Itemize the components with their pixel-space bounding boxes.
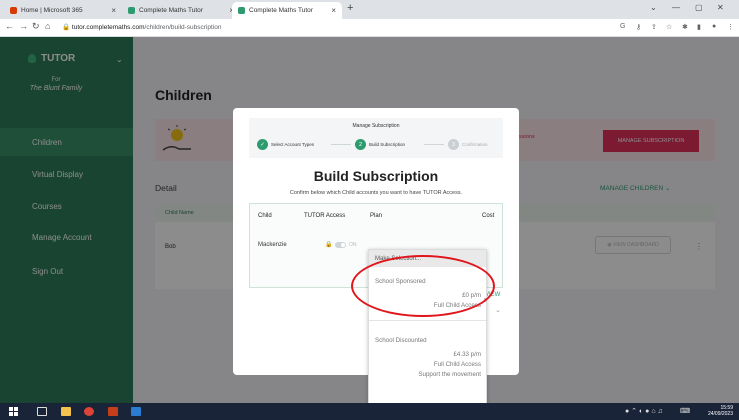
step-connector bbox=[331, 144, 351, 145]
file-explorer-icon[interactable] bbox=[61, 407, 71, 416]
option-price: £4.33 p/m bbox=[453, 351, 481, 358]
chevron-down-icon[interactable]: ⌄ bbox=[495, 306, 501, 314]
address-bar: ← → ↻ ⌂ 🔒 tutor.completemaths.com/childr… bbox=[0, 19, 739, 37]
forward-arrow-icon[interactable]: → bbox=[19, 21, 28, 31]
windows-taskbar: ● ⌃ ◐ ● ⌂ ♫ ⌨ 15:59 24/09/2023 bbox=[0, 403, 739, 420]
share-icon[interactable]: ⇪ bbox=[651, 23, 657, 31]
minimize-icon[interactable]: — bbox=[672, 3, 680, 12]
stepper: Manage Subscription ✓ Select Account Typ… bbox=[249, 118, 503, 158]
microsoft-365-icon bbox=[10, 7, 17, 14]
browser-tab-microsoft-365[interactable]: Home | Microsoft 365 × bbox=[4, 2, 122, 19]
option-divider bbox=[369, 320, 486, 321]
key-icon[interactable]: ⚷ bbox=[636, 23, 641, 31]
toggle-state-label: ON bbox=[349, 242, 357, 248]
complete-maths-icon bbox=[238, 7, 245, 14]
back-arrow-icon[interactable]: ← bbox=[5, 21, 14, 31]
step-select-account-types: ✓ Select Account Types bbox=[257, 139, 314, 150]
step-label: Confirmation bbox=[462, 142, 488, 147]
keyboard-icon[interactable]: ⌨ bbox=[680, 407, 690, 415]
column-cost: Cost bbox=[482, 213, 495, 219]
outlook-icon[interactable] bbox=[131, 407, 141, 416]
maximize-icon[interactable]: ▢ bbox=[695, 3, 703, 12]
taskbar-clock[interactable]: 15:59 24/09/2023 bbox=[708, 405, 733, 417]
step-confirmation: 3 Confirmation bbox=[448, 139, 488, 150]
new-tab-button[interactable]: + bbox=[347, 2, 353, 14]
child-name: Mackenzie bbox=[258, 242, 287, 248]
modal-subtitle: Confirm below which Child accounts you w… bbox=[289, 190, 463, 196]
step-number: 2 bbox=[355, 139, 366, 150]
tab-label: Home | Microsoft 365 bbox=[21, 7, 83, 14]
extensions-icon[interactable]: ✱ bbox=[682, 23, 688, 31]
system-tray-icons[interactable]: ● ⌃ ◐ ● ⌂ ♫ bbox=[625, 407, 663, 415]
step-label: Select Account Types bbox=[271, 142, 314, 147]
windows-start-icon[interactable] bbox=[9, 407, 18, 416]
close-icon[interactable]: × bbox=[111, 6, 116, 15]
sidebar-icon[interactable]: ▮ bbox=[697, 23, 701, 31]
check-icon: ✓ bbox=[257, 139, 268, 150]
step-connector bbox=[424, 144, 444, 145]
profile-icon[interactable]: ● bbox=[712, 23, 716, 30]
step-number: 3 bbox=[448, 139, 459, 150]
browser-tab-maths-tutor[interactable]: Complete Maths Tutor × bbox=[122, 2, 240, 19]
star-icon[interactable]: ☆ bbox=[666, 23, 672, 31]
task-view-icon[interactable] bbox=[37, 407, 47, 416]
stepper-title: Manage Subscription bbox=[352, 123, 400, 129]
tab-label: Complete Maths Tutor bbox=[139, 7, 203, 14]
url-path: /children/build-subscription bbox=[144, 24, 222, 31]
column-tutor-access: TUTOR Access bbox=[304, 213, 346, 219]
menu-icon[interactable]: ⋮ bbox=[727, 23, 734, 31]
reload-icon[interactable]: ↻ bbox=[32, 21, 40, 32]
browser-tab-active[interactable]: Complete Maths Tutor × bbox=[232, 2, 342, 19]
tutor-access-toggle[interactable] bbox=[335, 242, 346, 248]
step-build-subscription: 2 Build Subscription bbox=[355, 139, 405, 150]
close-window-icon[interactable]: ✕ bbox=[717, 3, 724, 12]
plan-option-school-discounted[interactable]: School Discounted £4.33 p/m Full Child A… bbox=[375, 336, 481, 380]
home-icon[interactable]: ⌂ bbox=[45, 21, 50, 31]
powerpoint-icon[interactable] bbox=[108, 407, 118, 416]
close-icon[interactable]: × bbox=[331, 6, 336, 15]
column-child: Child bbox=[258, 213, 272, 219]
chrome-icon[interactable] bbox=[84, 407, 94, 416]
chevron-down-icon[interactable]: ⌄ bbox=[650, 3, 657, 12]
option-extra: Support the movement bbox=[418, 371, 481, 378]
step-label: Build Subscription bbox=[369, 142, 406, 147]
modal-title: Build Subscription bbox=[313, 168, 439, 184]
clock-date: 24/09/2023 bbox=[707, 411, 733, 417]
tab-label: Complete Maths Tutor bbox=[249, 7, 313, 14]
option-name: School Discounted bbox=[375, 337, 427, 344]
column-plan: Plan bbox=[370, 213, 383, 219]
highlight-circle-annotation bbox=[351, 255, 495, 317]
option-access: Full Child Access bbox=[433, 361, 481, 368]
complete-maths-icon bbox=[128, 7, 135, 14]
lock-icon: 🔒 bbox=[325, 242, 333, 248]
browser-tab-bar: Home | Microsoft 365 × Complete Maths Tu… bbox=[0, 0, 739, 19]
google-icon[interactable]: G bbox=[620, 23, 625, 30]
url-host: tutor.completemaths.com bbox=[71, 24, 145, 31]
url-field[interactable]: 🔒 tutor.completemaths.com/children/build… bbox=[62, 23, 222, 31]
